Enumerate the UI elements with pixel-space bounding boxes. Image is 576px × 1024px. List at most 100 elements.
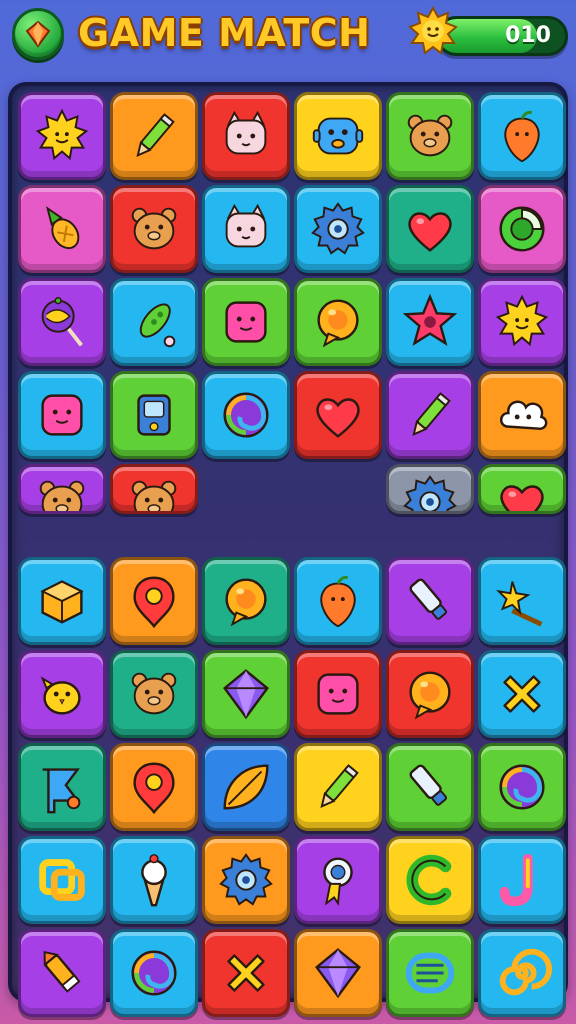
pin-icon <box>133 762 175 815</box>
square-icon <box>41 394 83 436</box>
tile-chick-r7c1[interactable] <box>18 650 106 738</box>
pin-icon <box>133 576 175 629</box>
tile-fruit-r1c6[interactable] <box>478 92 566 180</box>
letter-j-icon <box>499 853 533 907</box>
spiral-icon <box>499 948 553 996</box>
heart-icon <box>408 212 452 252</box>
tile-cube-r6c1[interactable] <box>18 557 106 645</box>
pencil-icon <box>412 392 451 436</box>
tile-chart-r2c6[interactable] <box>478 185 566 273</box>
tile-sun-r1c1[interactable] <box>18 92 106 180</box>
tile-cat-r1c3[interactable] <box>202 92 290 180</box>
tile-gear-r2c4[interactable] <box>294 185 382 273</box>
tile-pin-r6c2[interactable] <box>110 557 198 645</box>
tile-cone-r9c2[interactable] <box>110 836 198 924</box>
heart-icon <box>500 485 544 511</box>
tile-coil-r10c5[interactable] <box>386 929 474 1017</box>
tile-phone-r4c2[interactable] <box>110 371 198 459</box>
game-title: GAME MATCH <box>78 11 371 55</box>
tile-square-r4c1[interactable] <box>18 371 106 459</box>
tile-sun-r3c6[interactable] <box>478 278 566 366</box>
tile-leaf-r8c3[interactable] <box>202 743 290 831</box>
cross-icon <box>227 954 265 992</box>
leaf-icon <box>223 764 269 810</box>
tile-gear-r5c5[interactable] <box>386 464 474 514</box>
swirl-icon <box>223 392 269 438</box>
heart-icon <box>316 398 360 438</box>
tile-robot-r1c4[interactable] <box>294 92 382 180</box>
chick-icon <box>40 676 81 715</box>
tile-bear-r5c2[interactable] <box>110 464 198 514</box>
tile-spiral-r10c6[interactable] <box>478 929 566 1017</box>
tile-knot-r9c1[interactable] <box>18 836 106 924</box>
tile-letter-j-r9c6[interactable] <box>478 836 566 924</box>
tile-cross-r10c3[interactable] <box>202 929 290 1017</box>
tile-cat-r2c3[interactable] <box>202 185 290 273</box>
tile-pencil-r4c5[interactable] <box>386 371 474 459</box>
tile-bubble-r3c4[interactable] <box>294 278 382 366</box>
tile-heart-r4c4[interactable] <box>294 371 382 459</box>
tile-gear-r9c3[interactable] <box>202 836 290 924</box>
phone-icon <box>137 394 171 436</box>
tile-pencil-r8c4[interactable] <box>294 743 382 831</box>
robot-icon <box>312 117 364 155</box>
tile-fruit-r6c4[interactable] <box>294 557 382 645</box>
bear-icon <box>131 480 177 511</box>
sun-icon <box>408 6 458 55</box>
swirl-icon <box>131 950 177 996</box>
tile-ribbon-r9c4[interactable] <box>294 836 382 924</box>
tile-bear-r7c2[interactable] <box>110 650 198 738</box>
tile-pin-r8c2[interactable] <box>110 743 198 831</box>
tile-gem-r7c3[interactable] <box>202 650 290 738</box>
tile-flag-r8c1[interactable] <box>18 743 106 831</box>
bubble-icon <box>225 578 267 627</box>
tile-square-r3c3[interactable] <box>202 278 290 366</box>
pineapple-icon <box>45 206 80 250</box>
tile-bubble-r6c3[interactable] <box>202 557 290 645</box>
knot-icon <box>39 859 85 901</box>
tile-swirl-r8c6[interactable] <box>478 743 566 831</box>
chart-icon <box>499 206 545 252</box>
tile-star-r3c5[interactable] <box>386 278 474 366</box>
tile-heart-r2c5[interactable] <box>386 185 474 273</box>
tile-pea-r3c2[interactable] <box>110 278 198 366</box>
cube-icon <box>40 580 84 624</box>
tile-square-r7c4[interactable] <box>294 650 382 738</box>
tile-bear-r5c1[interactable] <box>18 464 106 514</box>
tile-crayon-r10c1[interactable] <box>18 929 106 1017</box>
flag-icon <box>42 768 81 814</box>
bear-icon <box>131 207 177 250</box>
square-icon <box>225 301 267 343</box>
swirl-icon <box>499 764 545 810</box>
tile-gem-r10c4[interactable] <box>294 929 382 1017</box>
gear-icon <box>311 202 365 255</box>
tile-swirl-r10c2[interactable] <box>110 929 198 1017</box>
tile-pineapple-r2c1[interactable] <box>18 185 106 273</box>
tile-letter-c-r9c5[interactable] <box>386 836 474 924</box>
lollipop-icon <box>41 297 83 347</box>
letter-c-icon <box>406 854 452 906</box>
tile-cloud-r4c6[interactable] <box>478 371 566 459</box>
bubble-icon <box>317 299 359 348</box>
gem-icon <box>223 669 269 720</box>
bear-icon <box>39 480 85 511</box>
tile-cross-r7c6[interactable] <box>478 650 566 738</box>
gem-icon <box>315 948 361 999</box>
tile-wand-r6c6[interactable] <box>478 557 566 645</box>
sun-icon <box>35 108 89 161</box>
tile-swirl-r4c3[interactable] <box>202 371 290 459</box>
tile-tube-r8c5[interactable] <box>386 743 474 831</box>
cone-icon <box>141 854 167 907</box>
tile-pencil-r1c2[interactable] <box>110 92 198 180</box>
tile-heart-r5c6[interactable] <box>478 464 566 514</box>
gem-icon-glyph <box>25 20 51 48</box>
tile-bear-r2c2[interactable] <box>110 185 198 273</box>
tile-tube-r6c5[interactable] <box>386 557 474 645</box>
tile-bubble-r7c5[interactable] <box>386 650 474 738</box>
fruit-icon <box>504 110 540 163</box>
gem-icon[interactable] <box>12 8 64 60</box>
tile-bear-r1c5[interactable] <box>386 92 474 180</box>
square-icon <box>317 673 359 715</box>
tile-lollipop-r3c1[interactable] <box>18 278 106 366</box>
pencil-icon <box>320 764 359 808</box>
